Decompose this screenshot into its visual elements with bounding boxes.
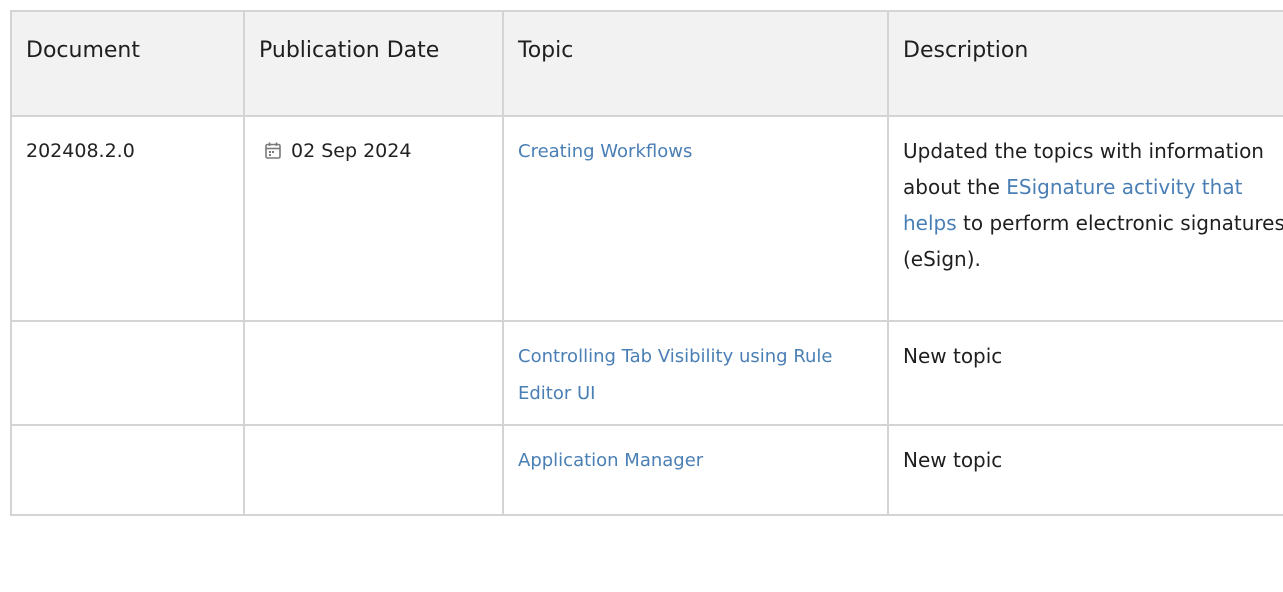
- topic-cell: Creating Workflows: [502, 115, 889, 322]
- header-document: Document: [10, 10, 245, 117]
- date-cell: [243, 424, 504, 516]
- date-cell: [243, 320, 504, 426]
- header-topic: Topic: [502, 10, 889, 117]
- topic-cell: Application Manager: [502, 424, 889, 516]
- publication-date: 02 Sep 2024: [291, 140, 412, 162]
- description-cell: New topic: [887, 320, 1283, 426]
- release-notes-table: Document Publication Date Topic Descript…: [10, 10, 1283, 516]
- description-text-end: to perform electronic signatures (eSign)…: [903, 211, 1283, 271]
- header-publication-date: Publication Date: [243, 10, 504, 117]
- table-row: Application Manager New topic: [10, 424, 1283, 516]
- description-cell: Updated the topics with information abou…: [887, 115, 1283, 322]
- calendar-icon: [265, 142, 281, 159]
- document-cell: [10, 320, 245, 426]
- document-cell: 202408.2.0: [10, 115, 245, 322]
- table-row: Controlling Tab Visibility using Rule Ed…: [10, 320, 1283, 426]
- document-cell: [10, 424, 245, 516]
- topic-link-application-manager[interactable]: Application Manager: [518, 450, 703, 471]
- description-cell: New topic: [887, 424, 1283, 516]
- topic-link-controlling-tab-visibility[interactable]: Controlling Tab Visibility using Rule Ed…: [518, 346, 833, 404]
- date-cell: 02 Sep 2024: [243, 115, 504, 322]
- header-row: Document Publication Date Topic Descript…: [10, 10, 1283, 117]
- topic-cell: Controlling Tab Visibility using Rule Ed…: [502, 320, 889, 426]
- topic-link-creating-workflows[interactable]: Creating Workflows: [518, 141, 692, 162]
- header-description: Description: [887, 10, 1283, 117]
- table-row: 202408.2.0 02 Sep 2024 Creating Workflow…: [10, 115, 1283, 322]
